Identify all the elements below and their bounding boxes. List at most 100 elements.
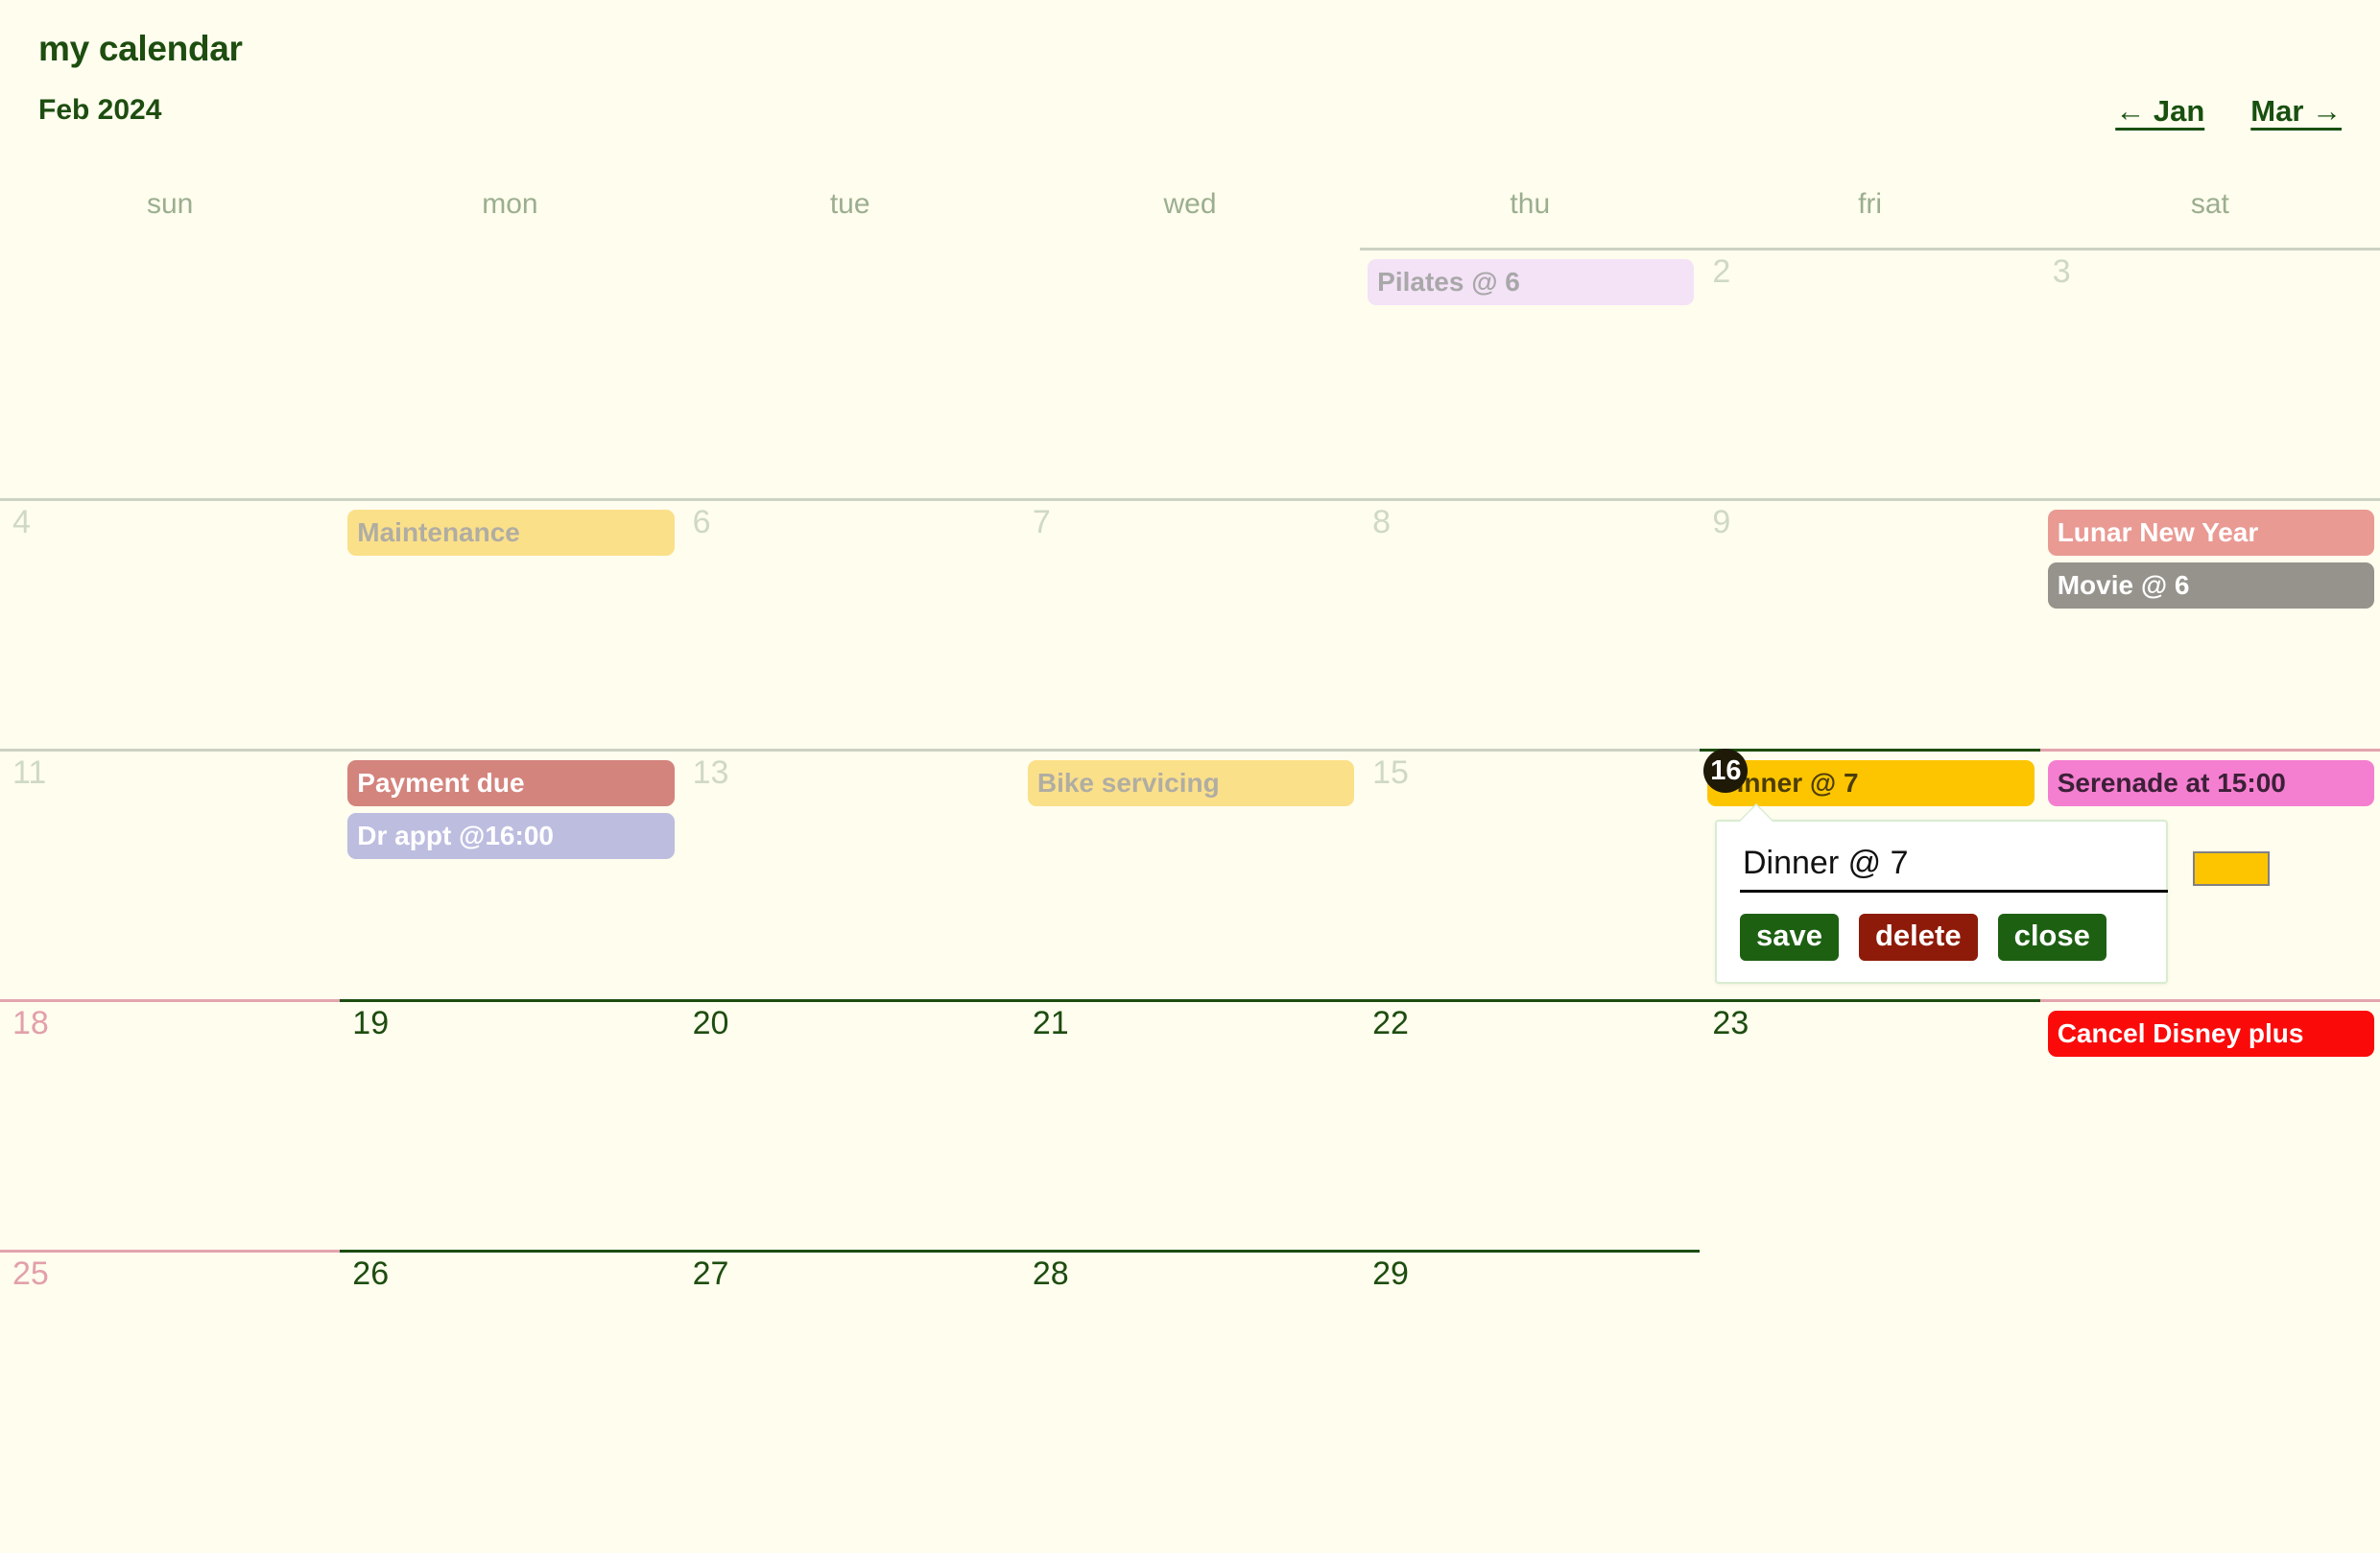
day-separator-rule bbox=[1019, 498, 1361, 501]
day-separator-rule bbox=[679, 1250, 1020, 1253]
day-cell-12[interactable]: 12Payment dueDr appt @16:00 bbox=[340, 749, 680, 999]
weekday-label-wed: wed bbox=[1163, 188, 1217, 220]
day-number: 13 bbox=[692, 754, 729, 791]
calendar-app: my calendar Feb 2024 ← Jan Mar → sun mon t… bbox=[0, 0, 2380, 1553]
day-events-list: Bike servicing bbox=[1027, 760, 1355, 813]
day-separator-rule bbox=[0, 248, 340, 251]
day-cell-14[interactable]: 14Bike servicing bbox=[1019, 749, 1361, 999]
day-cell-10[interactable]: 10Lunar New YearMovie @ 6 bbox=[2039, 498, 2380, 749]
day-events-list: Maintenance bbox=[347, 510, 675, 562]
day-cell-empty bbox=[340, 248, 679, 498]
popup-action-buttons: save delete close bbox=[1740, 914, 2143, 961]
day-events-list: Pilates @ 6 bbox=[1368, 259, 1695, 312]
day-separator-rule bbox=[1700, 248, 2040, 251]
day-number: 19 bbox=[352, 1005, 390, 1041]
calendar-event[interactable]: Dr appt @16:00 bbox=[347, 813, 675, 859]
day-separator-rule bbox=[340, 999, 680, 1002]
day-number: 8 bbox=[1372, 504, 1392, 540]
day-number: 27 bbox=[692, 1255, 729, 1292]
day-number: 2 bbox=[1712, 253, 1731, 290]
day-separator-rule bbox=[1020, 248, 1360, 251]
day-separator-rule bbox=[1700, 498, 2040, 501]
delete-button[interactable]: delete bbox=[1858, 914, 1978, 961]
day-cell-15[interactable]: 15 bbox=[1360, 749, 1701, 999]
calendar-event[interactable]: Maintenance bbox=[347, 510, 675, 556]
calendar-event[interactable]: Payment due bbox=[347, 760, 675, 806]
day-separator-rule bbox=[1700, 999, 2040, 1002]
day-cell-9[interactable]: 9 bbox=[1700, 498, 2040, 749]
day-cell-11[interactable]: 11 bbox=[0, 749, 341, 999]
day-number: 6 bbox=[692, 504, 711, 540]
day-cell-4[interactable]: 4 bbox=[0, 498, 341, 749]
page-header: my calendar Feb 2024 ← Jan Mar → bbox=[38, 31, 2342, 134]
day-cell-25[interactable]: 25 bbox=[0, 1250, 341, 1500]
day-cell-26[interactable]: 26 bbox=[340, 1250, 680, 1500]
event-editor-popup: save delete close bbox=[1715, 805, 2270, 984]
day-separator-rule bbox=[340, 749, 680, 752]
day-separator-rule bbox=[679, 999, 1020, 1002]
day-separator-rule bbox=[0, 498, 341, 501]
weekday-label-tue: tue bbox=[829, 188, 870, 220]
day-cell-27[interactable]: 27 bbox=[679, 1250, 1020, 1500]
day-cell-empty bbox=[1020, 248, 1360, 498]
event-color-swatch[interactable] bbox=[2193, 851, 2270, 886]
day-cell-13[interactable]: 13 bbox=[679, 749, 1020, 999]
day-cell-1[interactable]: 1Pilates @ 6 bbox=[1360, 248, 1701, 498]
day-cell-21[interactable]: 21 bbox=[1019, 999, 1361, 1250]
day-cell-22[interactable]: 22 bbox=[1360, 999, 1701, 1250]
day-separator-rule bbox=[0, 749, 341, 752]
day-cell-7[interactable]: 7 bbox=[1019, 498, 1361, 749]
day-cell-3[interactable]: 3 bbox=[2039, 248, 2380, 498]
day-number: 4 bbox=[12, 504, 31, 540]
weekday-label-fri: fri bbox=[1858, 188, 1883, 220]
next-month-link[interactable]: Mar → bbox=[2250, 94, 2342, 129]
weekday-label-mon: mon bbox=[482, 188, 538, 220]
prev-month-link[interactable]: ← Jan bbox=[2115, 94, 2204, 129]
day-cell-24[interactable]: 24Cancel Disney plus bbox=[2039, 999, 2380, 1250]
calendar-week-row: 25 26 27 28 29 bbox=[0, 1250, 2380, 1500]
day-cell-empty bbox=[2040, 1250, 2380, 1500]
day-number: 11 bbox=[12, 754, 47, 791]
day-number: 20 bbox=[692, 1005, 729, 1041]
calendar-week-row: 1Pilates @ 6 2 3 bbox=[0, 248, 2380, 498]
day-cell-8[interactable]: 8 bbox=[1360, 498, 1701, 749]
day-cell-6[interactable]: 6 bbox=[679, 498, 1020, 749]
calendar-week-row: 18 19 20 21 22 23 24Cancel Disney plus bbox=[0, 999, 2380, 1250]
calendar-event[interactable]: Dinner @ 7 bbox=[1707, 760, 2035, 806]
save-button[interactable]: save bbox=[1740, 914, 1839, 961]
day-separator-rule bbox=[2039, 999, 2380, 1002]
calendar-event[interactable]: Movie @ 6 bbox=[2047, 562, 2374, 609]
day-cell-28[interactable]: 28 bbox=[1019, 1250, 1361, 1500]
day-cell-empty bbox=[0, 248, 340, 498]
day-separator-rule bbox=[1700, 749, 2040, 752]
day-separator-rule bbox=[2039, 248, 2380, 251]
day-separator-rule bbox=[679, 498, 1020, 501]
day-separator-rule bbox=[1019, 749, 1361, 752]
day-cell-5[interactable]: 5Maintenance bbox=[340, 498, 680, 749]
day-number: 21 bbox=[1032, 1005, 1069, 1041]
day-number: 3 bbox=[2052, 253, 2071, 290]
day-separator-rule bbox=[340, 1250, 680, 1253]
day-cell-2[interactable]: 2 bbox=[1700, 248, 2040, 498]
day-separator-rule bbox=[340, 498, 680, 501]
day-cell-23[interactable]: 23 bbox=[1700, 999, 2040, 1250]
day-cell-18[interactable]: 18 bbox=[0, 999, 341, 1250]
calendar-event[interactable]: Serenade at 15:00 bbox=[2047, 760, 2374, 806]
current-month-label: Feb 2024 bbox=[38, 94, 162, 126]
popup-pointer-arrow bbox=[1740, 805, 1773, 822]
day-separator-rule bbox=[1360, 248, 1701, 251]
calendar-event[interactable]: Lunar New Year bbox=[2047, 510, 2374, 556]
calendar-event[interactable]: Pilates @ 6 bbox=[1368, 259, 1695, 305]
day-events-list: Lunar New Year Movie @ 6 bbox=[2047, 510, 2374, 615]
day-number: 18 bbox=[12, 1005, 49, 1041]
day-separator-rule bbox=[2039, 749, 2380, 752]
day-cell-20[interactable]: 20 bbox=[679, 999, 1020, 1250]
close-button[interactable]: close bbox=[1997, 914, 2106, 961]
event-title-input[interactable] bbox=[1740, 845, 2168, 893]
calendar-event[interactable]: Cancel Disney plus bbox=[2047, 1011, 2374, 1057]
calendar-event[interactable]: Bike servicing bbox=[1027, 760, 1355, 806]
day-separator-rule bbox=[1700, 1250, 2039, 1253]
day-cell-29[interactable]: 29 bbox=[1360, 1250, 1701, 1500]
day-cell-19[interactable]: 19 bbox=[340, 999, 680, 1250]
day-separator-rule bbox=[0, 1250, 341, 1253]
